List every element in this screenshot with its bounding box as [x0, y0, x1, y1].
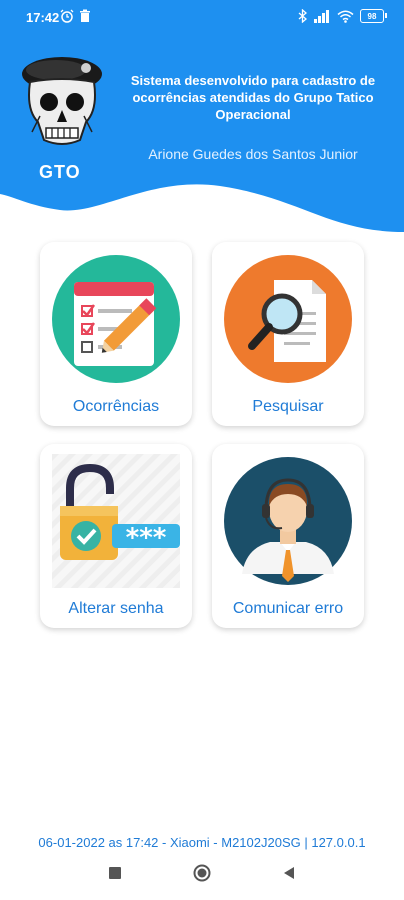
battery-icon: 98: [360, 9, 387, 23]
checklist-icon: [52, 255, 180, 383]
status-time: 17:42: [26, 10, 60, 25]
svg-text:***: ***: [126, 523, 167, 553]
pesquisar-label: Pesquisar: [252, 398, 324, 415]
support-agent-icon: [224, 457, 352, 585]
app-description: Sistema desenvolvido para cadastro de oc…: [130, 73, 376, 122]
device-info: 06-01-2022 as 17:42 - Xiaomi - M2102J20S…: [38, 835, 366, 850]
back-button[interactable]: [282, 866, 296, 880]
alterar-senha-label: Alterar senha: [68, 600, 164, 617]
alterar-senha-card[interactable]: *** Alterar senha: [40, 444, 192, 628]
padlock-password-icon: ***: [52, 454, 180, 588]
navigation-bar: [0, 858, 404, 898]
ocorrencias-card[interactable]: Ocorrências: [40, 242, 192, 426]
gto-skull-logo: [22, 57, 102, 145]
author-name: Arione Guedes dos Santos Junior: [148, 146, 358, 162]
logo-text: GTO: [39, 162, 81, 182]
ocorrencias-label: Ocorrências: [72, 398, 160, 415]
signal-icon: [314, 9, 329, 23]
trash-icon: [80, 9, 90, 22]
magnifier-document-icon: [224, 255, 352, 383]
recent-apps-button[interactable]: [108, 866, 122, 880]
bluetooth-icon: [298, 9, 307, 23]
home-button[interactable]: [193, 864, 211, 882]
wifi-icon: [337, 10, 354, 23]
alarm-icon: [60, 9, 74, 23]
comunicar-erro-card[interactable]: Comunicar erro: [212, 444, 364, 628]
status-bar: 17:42 98: [0, 0, 404, 34]
comunicar-erro-label: Comunicar erro: [232, 600, 344, 617]
pesquisar-card[interactable]: Pesquisar: [212, 242, 364, 426]
